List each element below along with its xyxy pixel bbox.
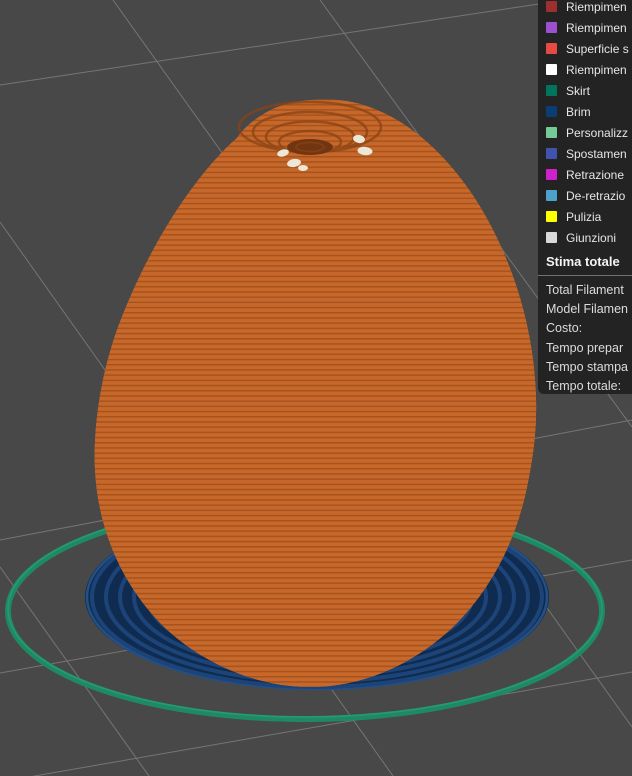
legend-item-spostamento[interactable]: Spostamen [546, 143, 632, 164]
color-swatch [546, 127, 557, 138]
color-swatch [546, 64, 557, 75]
legend-label: Superficie s [566, 41, 629, 56]
legend-item-riempimento-1[interactable]: Riempimen [546, 0, 632, 17]
vase-top-hole [287, 139, 333, 155]
legend-label: Riempimen [566, 0, 627, 14]
stat-total-filament: Total Filament [546, 283, 624, 297]
legend-item-giunzioni[interactable]: Giunzioni [546, 227, 632, 248]
stat-tempo-totale: Tempo totale: [546, 378, 622, 393]
legend-label: Spostamen [566, 146, 627, 161]
section-divider [538, 275, 632, 276]
stat-costo: Costo: [546, 321, 583, 336]
color-swatch [546, 148, 557, 159]
legend-label: De-retrazio [566, 188, 626, 203]
stat-tempo-preparazione: Tempo prepar [546, 340, 624, 355]
legend-label: Riempimen [566, 62, 627, 77]
color-scheme-panel: Riempimen Riempimen Superficie s Riempim… [538, 0, 632, 394]
legend-item-superficie[interactable]: Superficie s [546, 38, 632, 59]
legend-label: Riempimen [566, 20, 627, 35]
color-swatch [546, 169, 557, 180]
color-swatch [546, 106, 557, 117]
totals-section-title: Stima totale [546, 254, 620, 269]
legend-item-pulizia[interactable]: Pulizia [546, 206, 632, 227]
printed-model [94, 99, 537, 688]
legend-label: Personalizz [566, 125, 629, 140]
color-swatch [546, 190, 557, 201]
color-swatch [546, 211, 557, 222]
color-swatch [546, 85, 557, 96]
legend-item-brim[interactable]: Brim [546, 101, 632, 122]
color-swatch [546, 43, 557, 54]
legend-item-de-retrazione[interactable]: De-retrazio [546, 185, 632, 206]
legend-item-riempimento-3[interactable]: Riempimen [546, 59, 632, 80]
legend-label: Skirt [566, 83, 590, 98]
legend-label: Retrazione [566, 167, 625, 182]
legend-label: Giunzioni [566, 230, 617, 245]
stat-model-filament: Model Filamen [546, 302, 628, 317]
legend-label: Pulizia [566, 209, 602, 224]
feature-type-legend: Riempimen Riempimen Superficie s Riempim… [546, 0, 632, 248]
color-swatch [546, 22, 557, 33]
legend-item-personalizzato[interactable]: Personalizz [546, 122, 632, 143]
stat-tempo-stampa: Tempo stampa [546, 359, 628, 374]
color-swatch [546, 232, 557, 243]
legend-label: Brim [566, 104, 591, 119]
slicer-3d-viewport[interactable]: Riempimen Riempimen Superficie s Riempim… [0, 0, 632, 776]
color-swatch [546, 1, 557, 12]
legend-item-skirt[interactable]: Skirt [546, 80, 632, 101]
legend-item-riempimento-2[interactable]: Riempimen [546, 17, 632, 38]
print-estimate-stats: Total Filament Model Filamen Costo: Temp… [546, 281, 632, 394]
legend-item-retrazione[interactable]: Retrazione [546, 164, 632, 185]
